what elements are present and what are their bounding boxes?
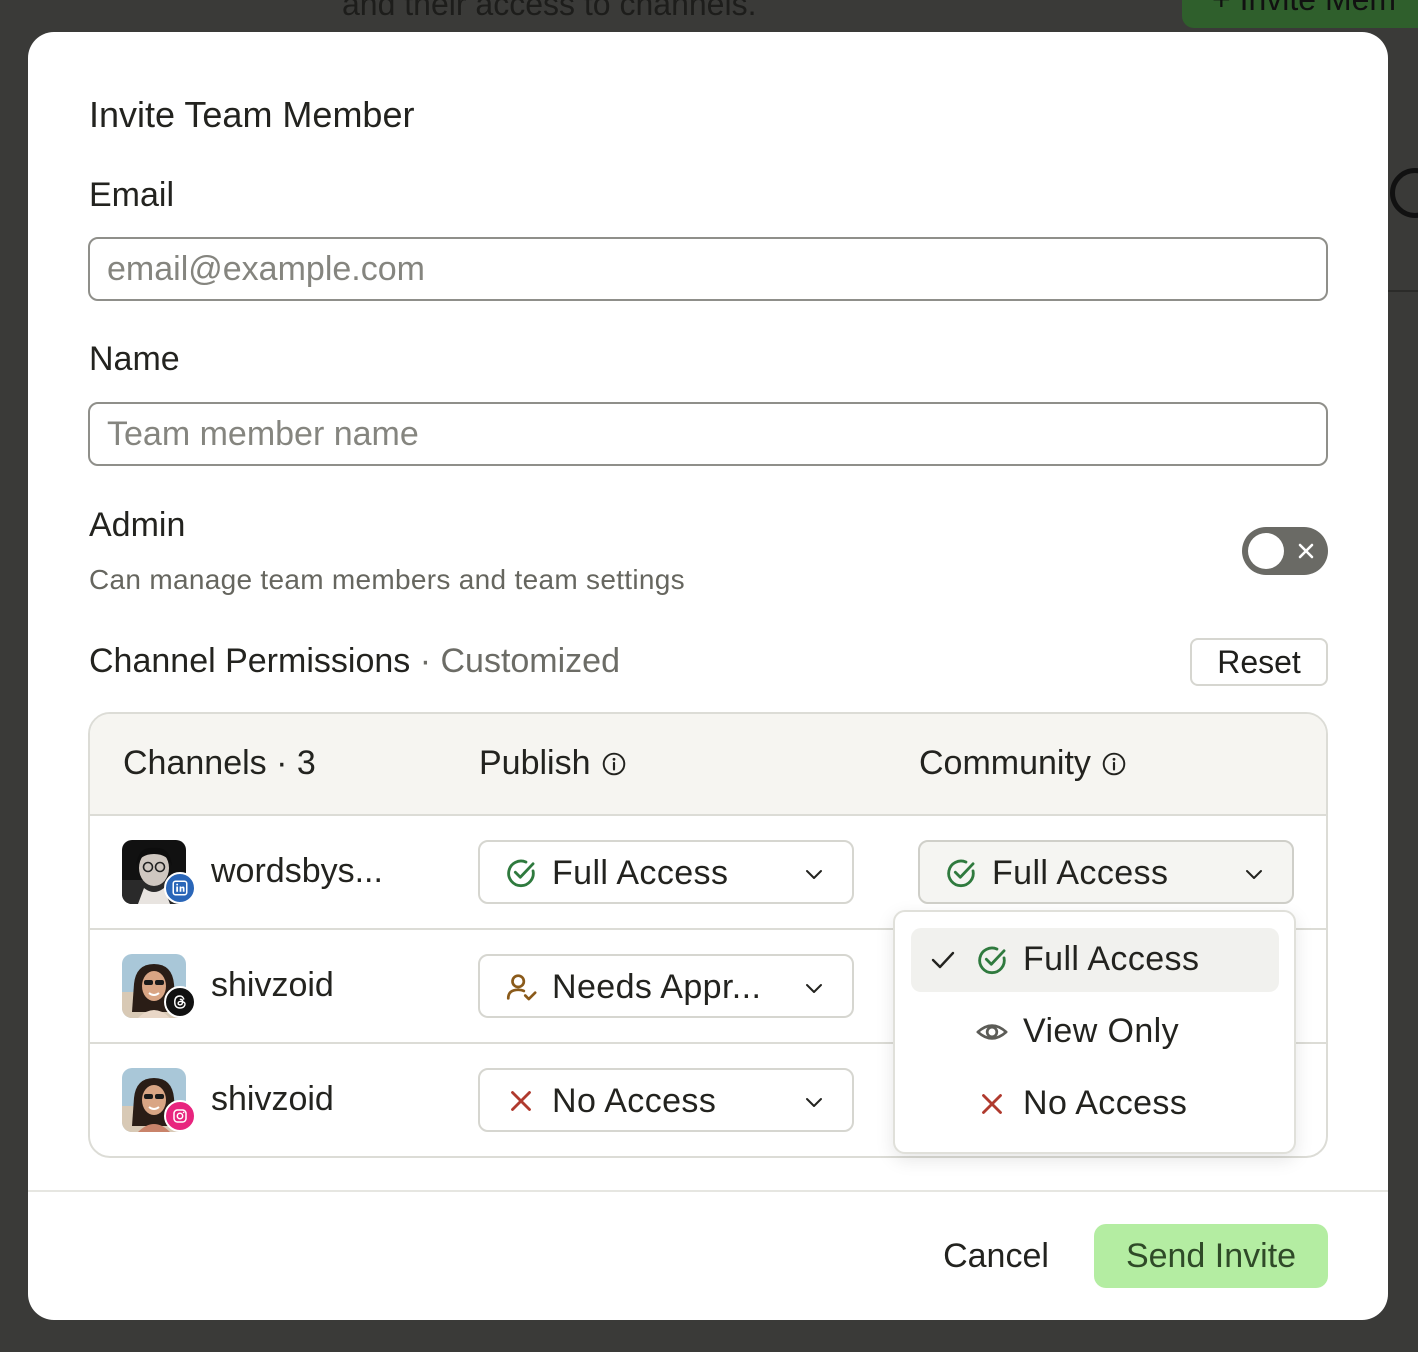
send-invite-button[interactable]: Send Invite: [1094, 1224, 1328, 1288]
info-icon[interactable]: [601, 751, 627, 777]
publish-permission-value: Full Access: [552, 854, 729, 892]
check-circle-icon: [507, 859, 535, 888]
dropdown-option-label: No Access: [1023, 1084, 1188, 1122]
threads-icon: [164, 986, 196, 1018]
chevron-down-icon: [806, 984, 822, 993]
permissions-title-text: Channel Permissions: [89, 642, 411, 680]
linkedin-icon: [164, 872, 196, 904]
admin-toggle[interactable]: [1242, 527, 1328, 575]
linkedin-glyph-icon: [172, 880, 188, 896]
channel-avatar: [122, 954, 196, 1028]
community-permission-dropdown: Full Access View Only No Access: [893, 910, 1296, 1154]
publish-permission-value: Needs Appr...: [552, 968, 762, 1006]
name-input[interactable]: [88, 402, 1328, 466]
footer-divider: [28, 1190, 1388, 1192]
name-label: Name: [89, 340, 180, 378]
dropdown-option-label: Full Access: [1023, 940, 1200, 978]
channel-avatar: [122, 840, 196, 914]
email-input[interactable]: [88, 237, 1328, 301]
publish-permission-select[interactable]: Needs Appr...: [478, 954, 854, 1018]
x-icon: [982, 1094, 1002, 1114]
dropdown-option-full-access[interactable]: Full Access: [911, 928, 1279, 992]
modal-title: Invite Team Member: [89, 94, 415, 135]
permissions-separator: ·: [410, 642, 441, 680]
threads-glyph-icon: [174, 995, 186, 1009]
channel-avatar: [122, 1068, 196, 1142]
column-community-label: Community: [919, 744, 1091, 782]
instagram-glyph-icon: [173, 1109, 187, 1123]
toggle-off-x-icon: [1298, 543, 1314, 559]
instagram-icon: [164, 1100, 196, 1132]
column-publish-label: Publish: [479, 744, 591, 782]
background-invite-button: + Invite Mem: [1182, 0, 1418, 28]
dropdown-option-view-only[interactable]: View Only: [911, 1000, 1279, 1064]
chevron-down-icon: [1246, 870, 1262, 879]
publish-permission-select[interactable]: No Access: [478, 1068, 854, 1132]
permissions-status: Customized: [440, 642, 620, 680]
x-icon: [511, 1091, 531, 1111]
info-icon[interactable]: [1101, 751, 1127, 777]
dropdown-option-label: View Only: [1023, 1012, 1180, 1050]
channel-name: shivzoid: [211, 1080, 334, 1118]
toggle-knob: [1248, 533, 1284, 569]
reset-button[interactable]: Reset: [1190, 638, 1328, 686]
user-check-icon: [506, 974, 537, 1001]
check-circle-icon: [978, 946, 1006, 975]
column-community: Community: [919, 744, 1127, 783]
community-permission-select[interactable]: Full Access: [918, 840, 1294, 904]
check-circle-icon: [947, 859, 975, 888]
selected-check-icon: [931, 951, 955, 969]
eye-icon: [976, 1024, 1008, 1040]
column-channels: Channels · 3: [123, 744, 316, 783]
cancel-button[interactable]: Cancel: [918, 1224, 1074, 1288]
background-subtitle: and their access to channels.: [342, 0, 757, 22]
table-header: Channels · 3 Publish Community: [90, 714, 1326, 816]
column-publish: Publish: [479, 744, 627, 783]
background-divider: [1388, 290, 1418, 292]
chevron-down-icon: [806, 1098, 822, 1107]
background-circle: [1390, 168, 1418, 218]
channel-name: shivzoid: [211, 966, 334, 1004]
column-channels-label: Channels · 3: [123, 744, 316, 782]
chevron-down-icon: [806, 870, 822, 879]
publish-permission-select[interactable]: Full Access: [478, 840, 854, 904]
channel-name: wordsbys...: [211, 852, 383, 890]
community-permission-value: Full Access: [992, 854, 1169, 892]
publish-permission-value: No Access: [552, 1082, 717, 1120]
admin-description: Can manage team members and team setting…: [89, 564, 685, 595]
channel-permissions-title: Channel Permissions · Customized: [89, 642, 620, 681]
dropdown-option-no-access[interactable]: No Access: [911, 1072, 1279, 1136]
invite-modal: Invite Team Member Email Name Admin Can …: [28, 32, 1388, 1320]
email-label: Email: [89, 176, 175, 214]
admin-label: Admin: [89, 506, 186, 544]
